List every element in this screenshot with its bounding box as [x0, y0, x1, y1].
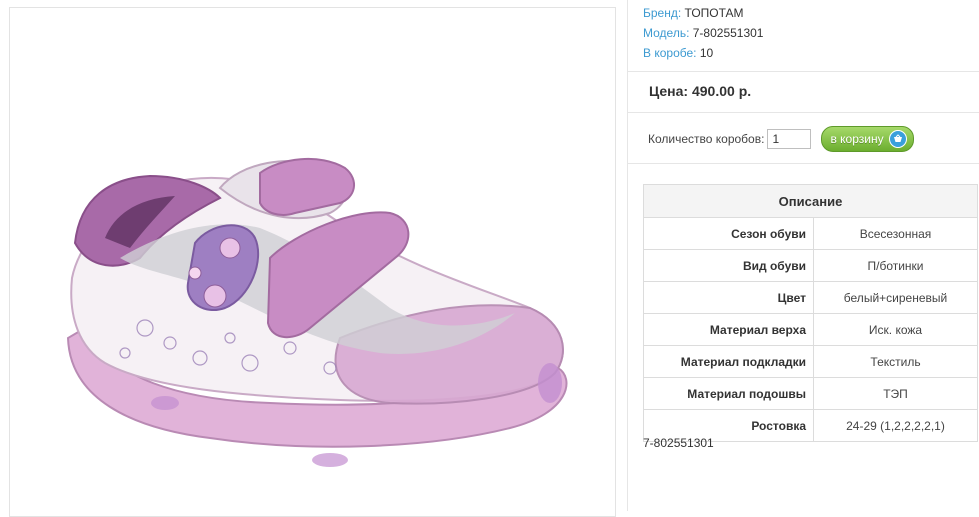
- product-image-frame[interactable]: [9, 7, 616, 517]
- table-row: Сезон обуви Всесезонная: [643, 217, 978, 250]
- add-to-cart-button[interactable]: в корзину: [821, 126, 914, 152]
- spec-key: Материал верха: [643, 313, 814, 346]
- quantity-row: Количество коробов: в корзину: [648, 124, 914, 154]
- table-row: Вид обуви П/ботинки: [643, 249, 978, 282]
- spec-value: Иск. кожа: [813, 313, 978, 346]
- box-value: 10: [699, 46, 714, 60]
- model-code: 7-802551301: [643, 436, 714, 450]
- spec-key: Материал подошвы: [643, 377, 814, 410]
- description-table: Описание Сезон обуви Всесезонная Вид обу…: [643, 184, 978, 442]
- quantity-input[interactable]: [767, 129, 812, 149]
- divider-top: [628, 71, 979, 72]
- price: Цена: 490.00 р.: [649, 83, 752, 99]
- brand-value: ТОПОТАМ: [684, 6, 744, 20]
- column-divider: [627, 0, 628, 511]
- table-row: Цвет белый+сиреневый: [643, 281, 978, 314]
- spec-value: П/ботинки: [813, 249, 978, 282]
- product-info: Бренд: ТОПОТАМ Модель: 7-802551301 В кор…: [643, 3, 763, 63]
- model-value: 7-802551301: [692, 26, 764, 40]
- spec-value: ТЭП: [813, 377, 978, 410]
- product-image[interactable]: [10, 8, 615, 516]
- spec-value: 24-29 (1,2,2,2,2,1): [813, 409, 978, 442]
- model-line: Модель: 7-802551301: [643, 23, 763, 43]
- brand-line: Бренд: ТОПОТАМ: [643, 3, 763, 23]
- spec-key: Цвет: [643, 281, 814, 314]
- table-row: Материал верха Иск. кожа: [643, 313, 978, 346]
- table-row: Материал подкладки Текстиль: [643, 345, 978, 378]
- brand-label[interactable]: Бренд:: [643, 6, 681, 20]
- spec-key: Сезон обуви: [643, 217, 814, 250]
- table-row: Материал подошвы ТЭП: [643, 377, 978, 410]
- description-title: Описание: [643, 184, 978, 218]
- box-line: В коробе: 10: [643, 43, 763, 63]
- cart-icon: [888, 130, 907, 148]
- spec-value: Текстиль: [813, 345, 978, 378]
- spec-value: белый+сиреневый: [813, 281, 978, 314]
- spec-value: Всесезонная: [813, 217, 978, 250]
- quantity-label: Количество коробов:: [648, 132, 765, 146]
- model-label[interactable]: Модель:: [643, 26, 689, 40]
- spec-key: Вид обуви: [643, 249, 814, 282]
- box-label[interactable]: В коробе:: [643, 46, 697, 60]
- divider-bottom: [628, 163, 979, 164]
- add-to-cart-label: в корзину: [830, 132, 884, 146]
- divider-mid: [628, 112, 979, 113]
- spec-key: Материал подкладки: [643, 345, 814, 378]
